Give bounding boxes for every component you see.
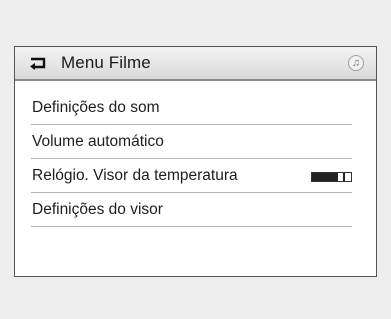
menu-item-auto-volume[interactable]: Volume automático	[31, 125, 352, 159]
toggle-tick	[343, 173, 345, 181]
menu-item-label: Volume automático	[32, 133, 164, 150]
menu-panel: Menu Filme ♫ Definições do som Volume au…	[14, 46, 377, 277]
clock-temperature-toggle[interactable]	[311, 172, 352, 182]
page-title: Menu Filme	[61, 53, 151, 72]
menu-header: Menu Filme ♫	[15, 47, 376, 81]
menu-item-label: Definições do som	[32, 99, 160, 116]
menu-item-label: Relógio. Visor da temperatura	[32, 167, 238, 184]
menu-item-label: Definições do visor	[32, 201, 163, 218]
menu-item-sound-settings[interactable]: Definições do som	[31, 91, 352, 125]
music-note-icon[interactable]: ♫	[348, 55, 364, 71]
toggle-fill	[312, 173, 338, 181]
menu-item-clock-temperature-display[interactable]: Relógio. Visor da temperatura	[31, 159, 352, 193]
menu-item-display-settings[interactable]: Definições do visor	[31, 193, 352, 227]
back-arrow-icon[interactable]	[29, 56, 47, 70]
screen: Menu Filme ♫ Definições do som Volume au…	[0, 0, 391, 319]
